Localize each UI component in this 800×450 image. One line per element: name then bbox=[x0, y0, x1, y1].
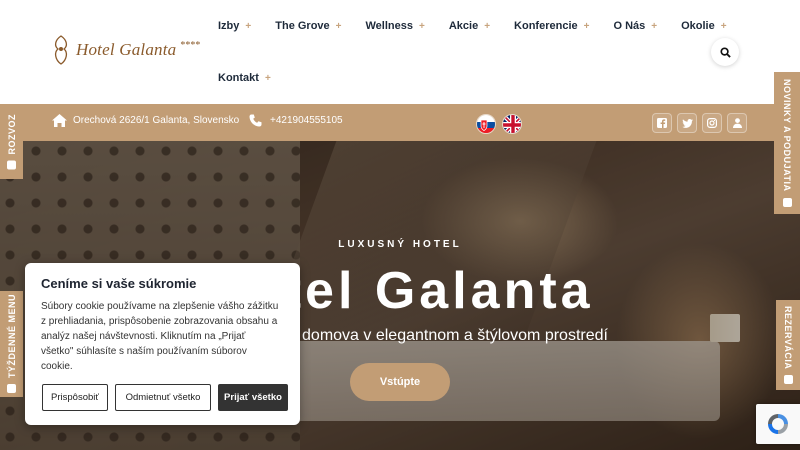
news-icon bbox=[782, 197, 792, 207]
nav-item-wellness[interactable]: Wellness + bbox=[366, 20, 425, 32]
site-header: Hotel Galanta **** Izby + The Grove + Well… bbox=[0, 0, 800, 104]
plus-icon: + bbox=[335, 20, 342, 32]
nav-row: Kontakt + bbox=[218, 70, 698, 86]
home-icon bbox=[52, 114, 67, 127]
address: Orechová 2626/1 Galanta, Slovensko bbox=[52, 114, 239, 127]
nav-item-o-nas[interactable]: O Nás + bbox=[613, 20, 657, 32]
side-tab-label: ROZVOZ bbox=[6, 113, 17, 155]
nav-label: Izby bbox=[218, 20, 240, 32]
search-button[interactable] bbox=[711, 38, 739, 66]
nav-item-the-grove[interactable]: The Grove + bbox=[275, 20, 341, 32]
plus-icon: + bbox=[264, 72, 271, 84]
info-bar: Orechová 2626/1 Galanta, Slovensko +4219… bbox=[0, 104, 800, 141]
recaptcha-icon bbox=[768, 414, 788, 434]
phone-text: +421904555105 bbox=[270, 115, 343, 126]
plus-icon: + bbox=[651, 20, 658, 32]
recaptcha-badge[interactable] bbox=[756, 404, 800, 444]
delivery-icon bbox=[7, 160, 16, 170]
phone-icon bbox=[249, 114, 262, 127]
plus-icon: + bbox=[419, 20, 425, 32]
reject-all-button[interactable]: Odmietnuť všetko bbox=[115, 384, 211, 411]
phone[interactable]: +421904555105 bbox=[249, 114, 343, 127]
nav-label: Konferencie bbox=[514, 20, 578, 32]
menu-icon bbox=[7, 384, 16, 394]
side-tab-tyzdenne-menu[interactable]: TÝŽDENNÉ MENU bbox=[0, 291, 23, 397]
side-tab-rezervacia[interactable]: REZERVÁCIA bbox=[776, 300, 800, 390]
uk-flag-icon[interactable] bbox=[502, 114, 522, 134]
logo-stars: **** bbox=[180, 39, 201, 51]
plus-icon: + bbox=[245, 20, 252, 32]
hero-subtitle: LUXUSNÝ HOTEL bbox=[338, 239, 462, 250]
nav-item-kontakt[interactable]: Kontakt + bbox=[218, 72, 271, 84]
facebook-icon[interactable] bbox=[652, 113, 672, 133]
side-tab-label: NOVINKY A PODUJATIA bbox=[782, 79, 792, 192]
address-text: Orechová 2626/1 Galanta, Slovensko bbox=[73, 115, 240, 126]
nav-label: Kontakt bbox=[218, 72, 259, 84]
main-nav: Izby + The Grove + Wellness + Akcie + Konfer… bbox=[218, 18, 727, 86]
cookie-title: Ceníme si vaše súkromie bbox=[41, 276, 197, 291]
plus-icon: + bbox=[583, 20, 590, 32]
calendar-icon bbox=[783, 375, 793, 385]
hotel-logo[interactable]: Hotel Galanta **** bbox=[50, 34, 200, 66]
side-tab-rozvoz[interactable]: ROZVOZ bbox=[0, 104, 23, 179]
nav-item-akcie[interactable]: Akcie + bbox=[449, 20, 490, 32]
twitter-icon[interactable] bbox=[677, 113, 697, 133]
logo-emblem-icon bbox=[54, 35, 68, 65]
nav-label: The Grove bbox=[275, 20, 330, 32]
nav-item-okolie[interactable]: Okolie + bbox=[681, 20, 726, 32]
slovak-flag-icon[interactable] bbox=[476, 114, 496, 134]
cookie-buttons: Prispôsobiť Odmietnuť všetko Prijať všet… bbox=[42, 384, 288, 411]
cookie-text: Súbory cookie používame na zlepšenie váš… bbox=[41, 301, 279, 372]
instagram-icon[interactable] bbox=[702, 113, 722, 133]
nav-label: Akcie bbox=[448, 20, 479, 32]
user-icon[interactable] bbox=[727, 113, 747, 133]
plus-icon: + bbox=[720, 20, 727, 32]
side-tab-novinky[interactable]: NOVINKY A PODUJATIA bbox=[774, 72, 800, 214]
side-tab-label: REZERVÁCIA bbox=[783, 305, 793, 370]
nav-label: Okolie bbox=[681, 20, 715, 32]
cookie-consent-dialog: Ceníme si vaše súkromie Súbory cookie po… bbox=[25, 263, 300, 425]
enter-button[interactable]: Vstúpte bbox=[350, 363, 450, 401]
nav-item-konferencie[interactable]: Konferencie + bbox=[514, 20, 589, 32]
nav-row: Izby + The Grove + Wellness + Akcie + Konfer… bbox=[218, 18, 727, 34]
logo-text: Hotel Galanta bbox=[76, 40, 177, 59]
nav-label: Wellness bbox=[365, 20, 414, 32]
plus-icon: + bbox=[484, 20, 491, 32]
accept-all-button[interactable]: Prijať všetko bbox=[218, 384, 288, 411]
side-tab-label: TÝŽDENNÉ MENU bbox=[6, 294, 17, 379]
search-icon bbox=[719, 46, 731, 58]
nav-label: O Nás bbox=[613, 20, 646, 32]
nav-item-izby[interactable]: Izby + bbox=[218, 20, 251, 32]
customize-button[interactable]: Prispôsobiť bbox=[42, 384, 108, 411]
